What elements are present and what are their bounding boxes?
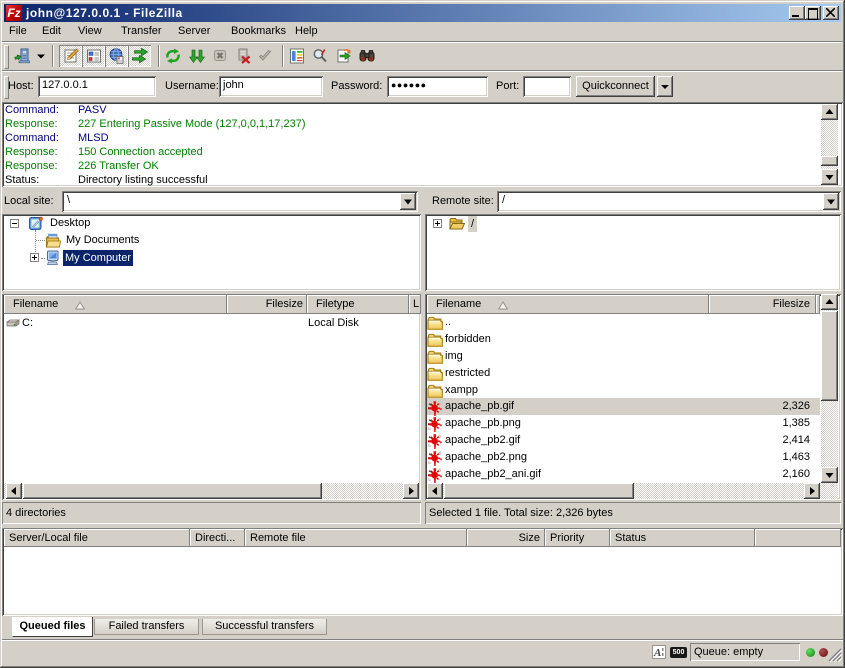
svg-text:A: A bbox=[653, 647, 661, 658]
